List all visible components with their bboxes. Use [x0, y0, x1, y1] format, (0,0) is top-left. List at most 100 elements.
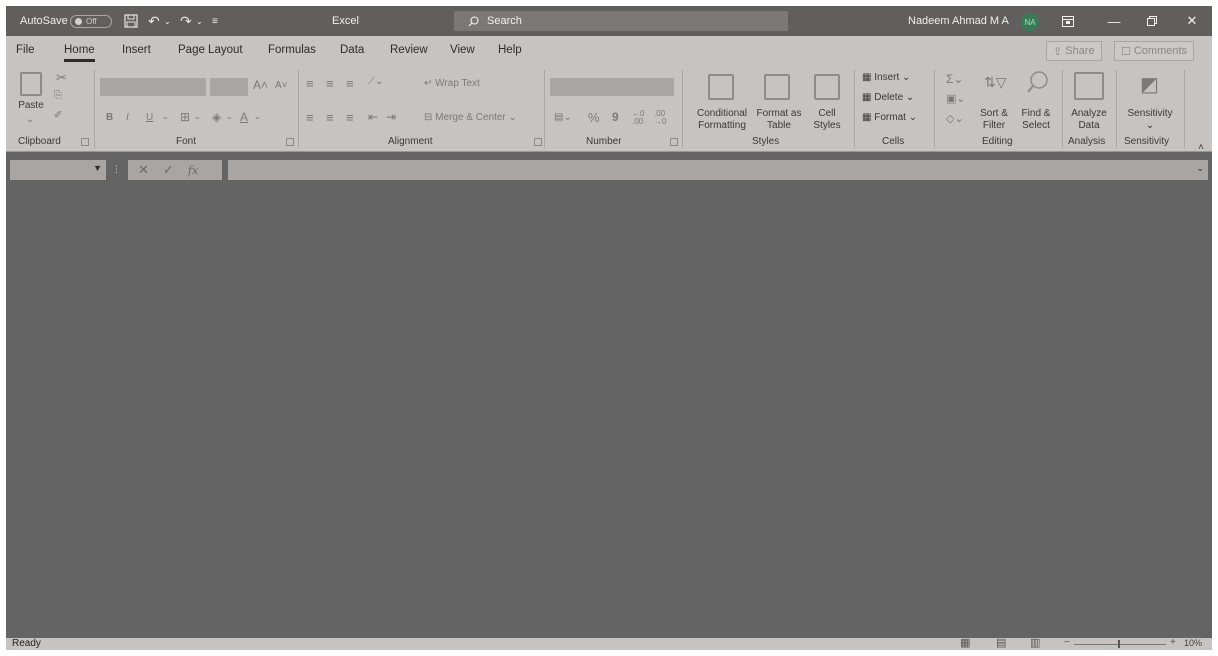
- conditional-formatting-button[interactable]: Conditional Formatting: [688, 108, 756, 132]
- undo-icon[interactable]: ↶: [148, 6, 160, 36]
- redo-dropdown-icon[interactable]: ⌄: [196, 6, 203, 36]
- worksheet-area[interactable]: [6, 184, 1212, 640]
- tab-home[interactable]: Home: [64, 36, 95, 64]
- comma-style-button[interactable]: 9: [612, 110, 619, 124]
- top-align-icon[interactable]: ≡: [306, 76, 314, 91]
- cell-styles-button[interactable]: Cell Styles: [804, 108, 850, 132]
- tab-review[interactable]: Review: [390, 36, 428, 64]
- fill-color-icon[interactable]: ◈: [212, 110, 221, 124]
- sensitivity-button[interactable]: Sensitivity ⌄: [1120, 108, 1180, 132]
- sort-filter-icon[interactable]: ⇅▽: [984, 74, 1007, 91]
- minimize-icon[interactable]: —: [1096, 6, 1132, 36]
- tab-view[interactable]: View: [450, 36, 475, 64]
- bottom-align-icon[interactable]: ≡: [346, 76, 354, 91]
- italic-button[interactable]: I: [126, 112, 129, 123]
- format-as-table-icon[interactable]: [764, 74, 790, 100]
- number-launcher-icon[interactable]: [670, 138, 678, 146]
- number-format-combo[interactable]: [550, 78, 674, 96]
- align-right-icon[interactable]: ≡: [346, 110, 354, 125]
- format-painter-icon[interactable]: ✐: [54, 110, 62, 121]
- zoom-out-icon[interactable]: −: [1064, 637, 1070, 648]
- font-launcher-icon[interactable]: [286, 138, 294, 146]
- copy-icon[interactable]: ⎘: [54, 90, 62, 101]
- tab-formulas[interactable]: Formulas: [268, 36, 316, 64]
- avatar[interactable]: NA: [1021, 13, 1039, 31]
- normal-view-icon[interactable]: ▦: [960, 636, 970, 649]
- format-as-table-button[interactable]: Format as Table: [752, 108, 806, 132]
- decrease-font-icon[interactable]: A˅: [275, 80, 288, 91]
- zoom-slider-thumb[interactable]: [1118, 640, 1120, 648]
- paste-dropdown-icon[interactable]: ⌄: [26, 114, 34, 125]
- merge-center-button[interactable]: ⊟ Merge & Center ⌄: [424, 112, 517, 123]
- clear-icon[interactable]: ◇⌄: [946, 112, 964, 125]
- font-color-icon[interactable]: A: [240, 110, 248, 124]
- name-box[interactable]: ▼: [10, 160, 106, 180]
- chevron-down-icon[interactable]: ▼: [93, 163, 102, 173]
- orientation-icon[interactable]: ⟋⌄: [368, 76, 383, 87]
- font-name-combo[interactable]: [100, 78, 206, 96]
- tab-data[interactable]: Data: [340, 36, 364, 64]
- font-color-dropdown-icon[interactable]: ⌄: [254, 112, 261, 121]
- tab-insert[interactable]: Insert: [122, 36, 151, 64]
- sensitivity-icon[interactable]: ◩: [1140, 72, 1159, 97]
- cell-styles-icon[interactable]: [814, 74, 840, 100]
- find-select-icon[interactable]: [1026, 70, 1050, 97]
- increase-decimal-icon[interactable]: ←0.00: [632, 110, 644, 126]
- decrease-indent-icon[interactable]: ⇤: [368, 110, 378, 124]
- font-size-combo[interactable]: [210, 78, 248, 96]
- expand-formula-bar-icon[interactable]: ⌄: [1196, 163, 1204, 174]
- wrap-text-button[interactable]: ↵ Wrap Text: [424, 78, 480, 89]
- tab-help[interactable]: Help: [498, 36, 522, 64]
- increase-font-icon[interactable]: A˄: [253, 78, 268, 92]
- alignment-launcher-icon[interactable]: [534, 138, 542, 146]
- restore-icon[interactable]: [1134, 6, 1170, 36]
- borders-dropdown-icon[interactable]: ⌄: [194, 112, 201, 121]
- tab-file[interactable]: File: [16, 36, 35, 64]
- analyze-data-button[interactable]: Analyze Data: [1066, 108, 1112, 132]
- find-select-button[interactable]: Find & Select: [1014, 108, 1058, 132]
- sort-filter-button[interactable]: Sort & Filter: [974, 108, 1014, 132]
- search-box[interactable]: Search: [454, 11, 788, 31]
- bold-button[interactable]: B: [106, 112, 113, 123]
- conditional-formatting-icon[interactable]: [708, 74, 734, 100]
- zoom-slider[interactable]: [1074, 644, 1166, 645]
- zoom-in-icon[interactable]: +: [1170, 637, 1176, 648]
- tab-page-layout[interactable]: Page Layout: [178, 36, 243, 64]
- increase-indent-icon[interactable]: ⇥: [386, 110, 396, 124]
- share-button[interactable]: ⇪ Share: [1046, 41, 1102, 61]
- fill-icon[interactable]: ▣⌄: [946, 92, 966, 105]
- align-center-icon[interactable]: ≡: [326, 110, 334, 125]
- accounting-format-icon[interactable]: ▤⌄: [554, 112, 572, 123]
- analyze-data-icon[interactable]: [1074, 72, 1104, 100]
- delete-cells-button[interactable]: ▦ Delete ⌄: [862, 92, 914, 103]
- comments-button[interactable]: ☐ Comments: [1114, 41, 1195, 61]
- formula-input[interactable]: ⌄: [228, 160, 1208, 180]
- percent-button[interactable]: %: [588, 110, 600, 125]
- insert-cells-button[interactable]: ▦ Insert ⌄: [862, 72, 910, 83]
- enter-icon[interactable]: ✓: [163, 162, 174, 178]
- customize-qat-icon[interactable]: ≡: [212, 6, 218, 36]
- page-break-view-icon[interactable]: ▥: [1030, 636, 1040, 649]
- middle-align-icon[interactable]: ≡: [326, 76, 334, 91]
- more-options-icon[interactable]: ⋮: [112, 164, 121, 175]
- undo-dropdown-icon[interactable]: ⌄: [164, 6, 171, 36]
- paste-label[interactable]: Paste: [16, 100, 46, 112]
- underline-button[interactable]: U: [146, 112, 153, 123]
- collapse-ribbon-icon[interactable]: ˄: [1198, 142, 1204, 153]
- autosum-icon[interactable]: Σ⌄: [946, 72, 963, 86]
- underline-dropdown-icon[interactable]: ⌄: [162, 112, 169, 121]
- page-layout-view-icon[interactable]: ▤: [996, 636, 1006, 649]
- decrease-decimal-icon[interactable]: .00 →0: [654, 110, 666, 126]
- zoom-level[interactable]: 10%: [1184, 638, 1202, 648]
- user-name[interactable]: Nadeem Ahmad M A: [908, 6, 1009, 36]
- autosave-toggle[interactable]: Off: [70, 15, 112, 28]
- borders-icon[interactable]: ⊞: [180, 110, 190, 124]
- cut-icon[interactable]: ✂: [56, 70, 67, 86]
- align-left-icon[interactable]: ≡: [306, 110, 314, 125]
- clipboard-launcher-icon[interactable]: [81, 138, 89, 146]
- close-icon[interactable]: ✕: [1174, 6, 1210, 36]
- redo-icon[interactable]: ↷: [180, 6, 192, 36]
- paste-icon[interactable]: [20, 72, 42, 96]
- fill-dropdown-icon[interactable]: ⌄: [226, 112, 233, 121]
- insert-function-icon[interactable]: fx: [188, 164, 198, 177]
